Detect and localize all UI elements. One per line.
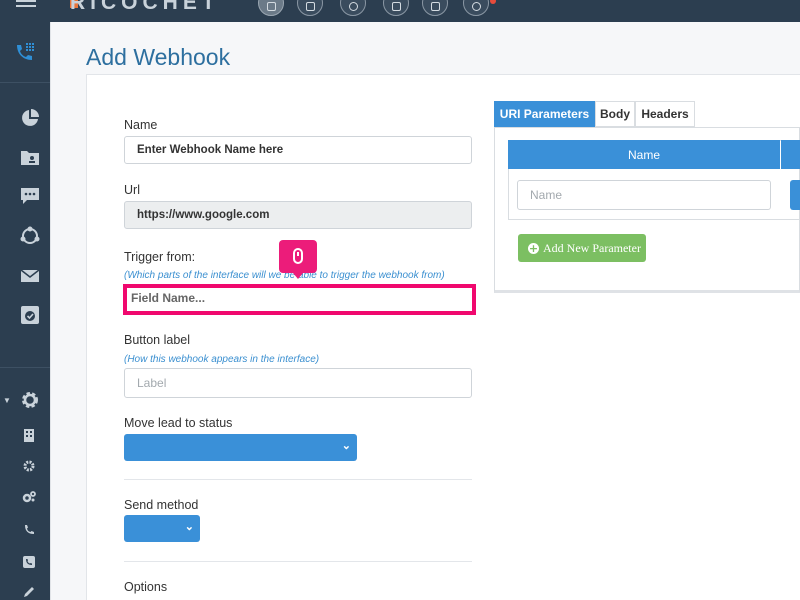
tab-body[interactable]: Body: [595, 101, 635, 127]
params-actions-header: [781, 140, 800, 169]
send-method-select[interactable]: ⌄: [124, 515, 200, 542]
button-label-input[interactable]: Label: [124, 368, 472, 398]
button-label-hint: (How this webhook appears in the interfa…: [124, 354, 320, 365]
sidebar-divider: [0, 367, 50, 368]
chat-tab-icon[interactable]: [340, 0, 366, 16]
caret-down-icon[interactable]: ▼: [2, 390, 12, 410]
phone-dialpad-icon[interactable]: [0, 34, 50, 70]
add-new-parameter-button[interactable]: + Add New Parameter: [518, 234, 646, 262]
add-new-parameter-label: Add New Parameter: [543, 240, 641, 255]
plus-circle-icon: +: [528, 241, 539, 255]
move-status-label: Move lead to status: [124, 416, 233, 430]
url-input[interactable]: https://www.google.com: [124, 201, 472, 229]
section-divider: [124, 479, 472, 480]
trigger-label: Trigger from:: [124, 250, 196, 264]
comment-tab-icon[interactable]: [463, 0, 489, 16]
envelope-tab-icon[interactable]: [422, 0, 448, 16]
sidebar-divider: [0, 82, 50, 83]
mail-tab-icon[interactable]: [383, 0, 409, 16]
brand-logo: RICOCHET: [70, 0, 220, 14]
calculator-tab-icon[interactable]: [297, 0, 323, 16]
name-label: Name: [124, 118, 158, 132]
notification-dot: [490, 0, 496, 4]
trigger-field-placeholder: Field Name...: [131, 291, 206, 305]
tab-uri-parameters[interactable]: URI Parameters: [494, 101, 595, 127]
menu-icon[interactable]: [16, 0, 36, 8]
settings-gear-icon[interactable]: [12, 388, 48, 412]
name-input[interactable]: Enter Webhook Name here: [124, 136, 472, 164]
button-label-label: Button label: [124, 333, 191, 347]
chevron-down-icon: ⌄: [184, 521, 194, 533]
click-cursor-badge: [279, 240, 317, 279]
mouse-icon: [293, 248, 303, 264]
params-name-header: Name: [508, 140, 780, 169]
page-title: Add Webhook: [86, 44, 231, 70]
send-method-label: Send method: [124, 498, 199, 512]
param-row-button[interactable]: [790, 180, 800, 210]
move-status-select[interactable]: ⌄: [124, 434, 357, 461]
chevron-down-icon: ⌄: [341, 440, 351, 452]
url-label: Url: [124, 183, 140, 197]
section-divider: [124, 561, 472, 562]
tab-headers[interactable]: Headers: [635, 101, 695, 127]
trigger-field-input[interactable]: Field Name...: [123, 284, 476, 315]
options-label: Options: [124, 580, 168, 594]
sidebar: ▼: [0, 22, 50, 600]
param-name-input[interactable]: Name: [517, 180, 771, 210]
top-bar: RICOCHET: [0, 0, 800, 22]
dialer-tab-icon[interactable]: [258, 0, 284, 16]
